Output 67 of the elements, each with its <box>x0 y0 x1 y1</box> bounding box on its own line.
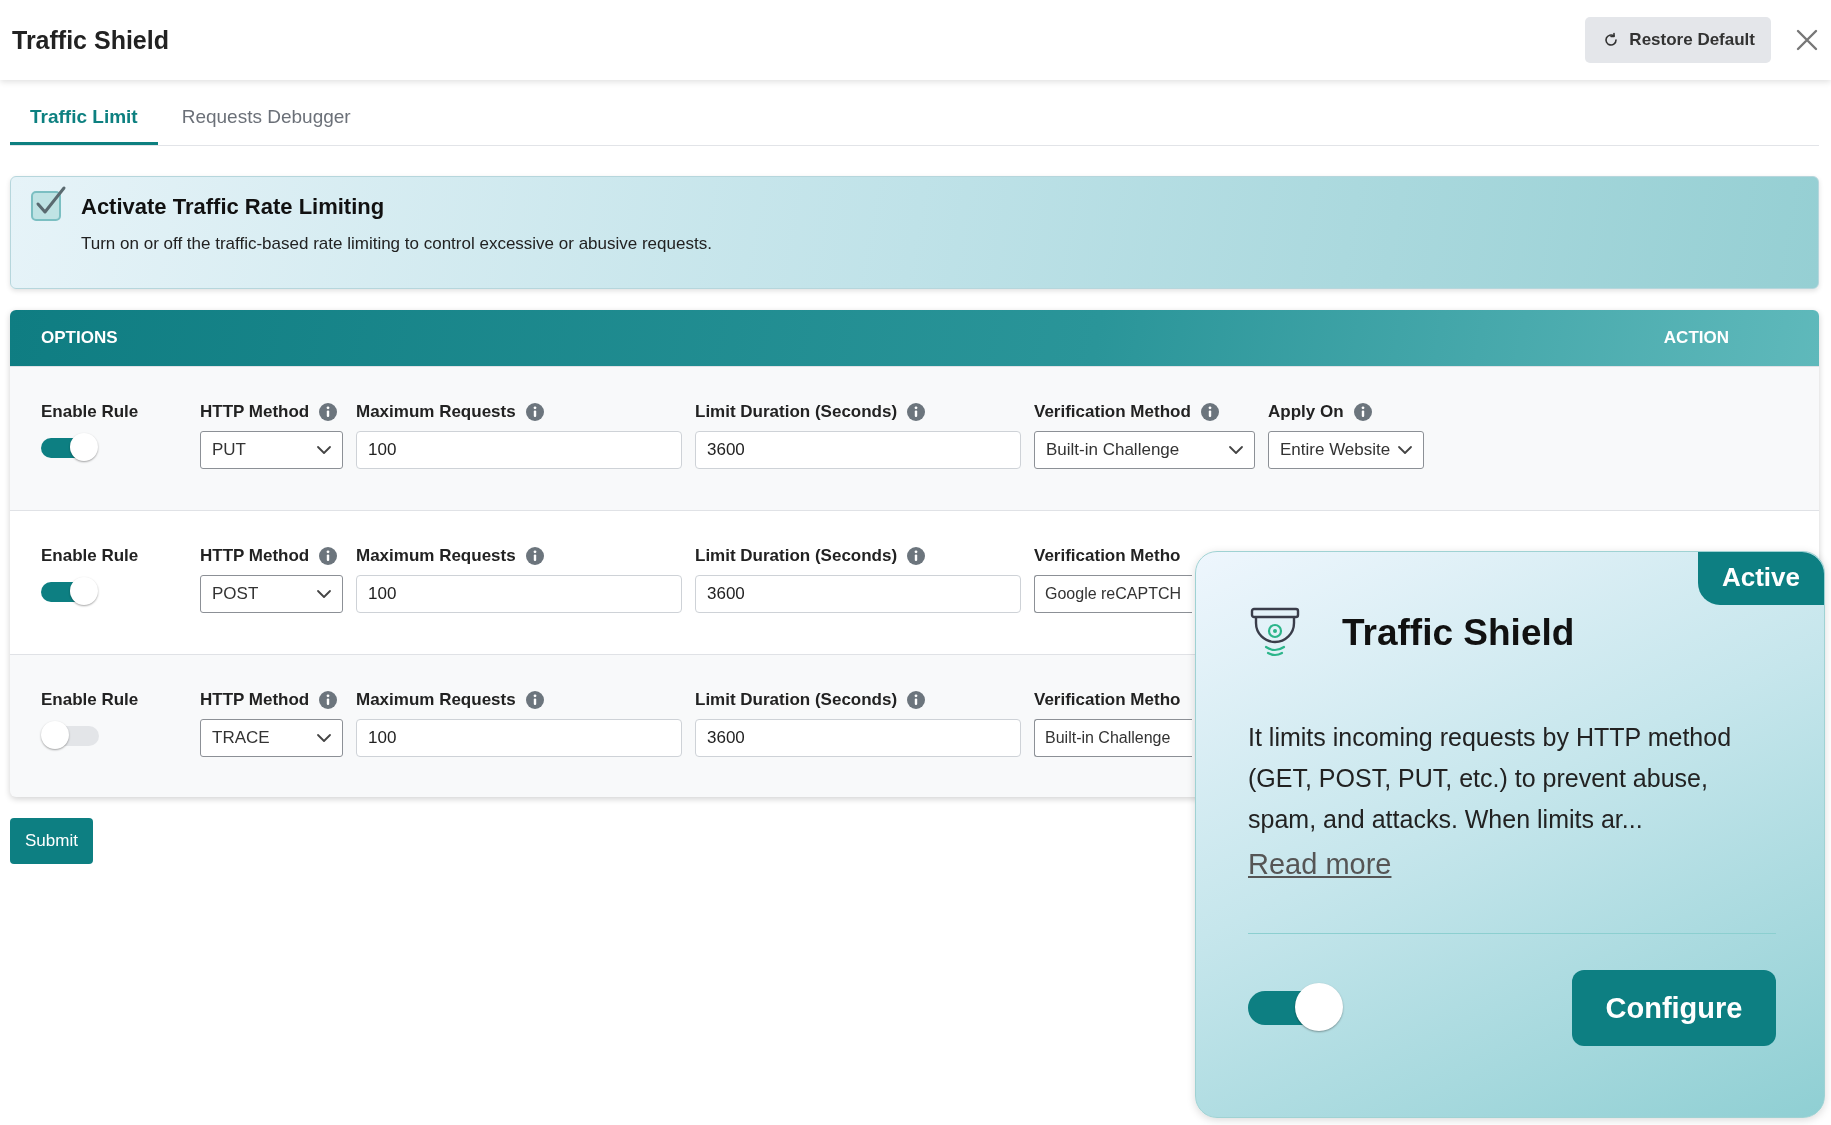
chevron-down-icon <box>316 733 332 743</box>
window-title: Traffic Shield <box>12 25 169 55</box>
input-field[interactable]: 100 <box>356 431 682 469</box>
dropdown[interactable]: TRACE <box>200 719 343 757</box>
dropdown[interactable]: PUT <box>200 431 343 469</box>
chevron-down-icon <box>1228 445 1244 455</box>
info-icon <box>525 547 544 565</box>
field-label: HTTP Method <box>200 402 310 422</box>
dropdown[interactable]: POST <box>200 575 343 613</box>
info-icon <box>907 691 926 709</box>
field-label: Apply On <box>1268 402 1344 422</box>
field-label: HTTP Method <box>200 690 310 710</box>
column-heading: OPTIONS <box>41 328 118 348</box>
info-icon <box>907 403 926 421</box>
field-label: Enable Rule <box>41 402 139 422</box>
status-badge: Active <box>1697 552 1824 605</box>
field-label: Limit Duration (Seconds) <box>695 546 898 566</box>
restore-default-button[interactable]: Restore Default <box>1585 17 1771 63</box>
dropdown[interactable]: Built-in Challenge <box>1034 719 1192 757</box>
info-icon <box>319 691 338 709</box>
info-icon <box>1353 403 1372 421</box>
input-field[interactable]: 100 <box>356 575 682 613</box>
card-description: It limits incoming requests by HTTP method (GET, POST, PUT, etc.) to prevent abuse, spam, and attacks. When limits ar... <box>1248 722 1733 835</box>
info-icon <box>525 403 544 421</box>
configure-button[interactable]: Configure <box>1572 970 1776 1046</box>
field-label: Maximum Requests <box>356 546 516 566</box>
banner-description: Turn on or off the traffic-based rate limiting to control excessive or abusive requests. <box>81 234 713 254</box>
card-title: Traffic Shield <box>1342 612 1575 654</box>
field-label: Enable Rule <box>41 546 139 566</box>
checkbox[interactable] <box>31 185 67 221</box>
banner-title: Activate Traffic Rate Limiting <box>81 194 385 220</box>
read-more-link[interactable]: Read more <box>1248 848 1392 881</box>
field-label: Verification Metho <box>1034 690 1181 710</box>
toggle-switch[interactable] <box>1248 983 1344 1033</box>
input-field[interactable]: 3600 <box>695 719 1021 757</box>
field-label: Maximum Requests <box>356 402 516 422</box>
field-label: HTTP Method <box>200 546 310 566</box>
dropdown[interactable]: Entire Website <box>1268 431 1424 469</box>
toggle-switch[interactable] <box>41 721 99 751</box>
tab[interactable]: Traffic Limit <box>10 106 158 145</box>
input-field[interactable]: 100 <box>356 719 682 757</box>
field-label: Maximum Requests <box>356 690 516 710</box>
info-icon <box>1200 403 1219 421</box>
info-icon <box>319 547 338 565</box>
info-icon <box>525 691 544 709</box>
chevron-down-icon <box>316 445 332 455</box>
chevron-down-icon <box>316 589 332 599</box>
field-label: Limit Duration (Seconds) <box>695 402 898 422</box>
field-label: Limit Duration (Seconds) <box>695 690 898 710</box>
dropdown[interactable]: Built-in Challenge <box>1034 431 1255 469</box>
close-icon <box>1795 28 1819 52</box>
refresh-icon <box>1603 32 1620 48</box>
info-icon <box>907 547 926 565</box>
field-label: Verification Metho <box>1034 546 1181 566</box>
field-label: Verification Method <box>1034 402 1191 422</box>
dropdown[interactable]: Google reCAPTCH <box>1034 575 1192 613</box>
input-field[interactable]: 3600 <box>695 431 1021 469</box>
submit-button[interactable]: Submit <box>10 818 93 864</box>
input-field[interactable]: 3600 <box>695 575 1021 613</box>
security-camera-icon <box>1248 607 1302 659</box>
tab[interactable]: Requests Debugger <box>161 106 371 145</box>
chevron-down-icon <box>1397 445 1413 455</box>
toggle-switch[interactable] <box>41 433 99 463</box>
info-icon <box>319 403 338 421</box>
toggle-switch[interactable] <box>41 577 99 607</box>
column-heading: ACTION <box>1663 328 1729 348</box>
field-label: Enable Rule <box>41 690 139 710</box>
